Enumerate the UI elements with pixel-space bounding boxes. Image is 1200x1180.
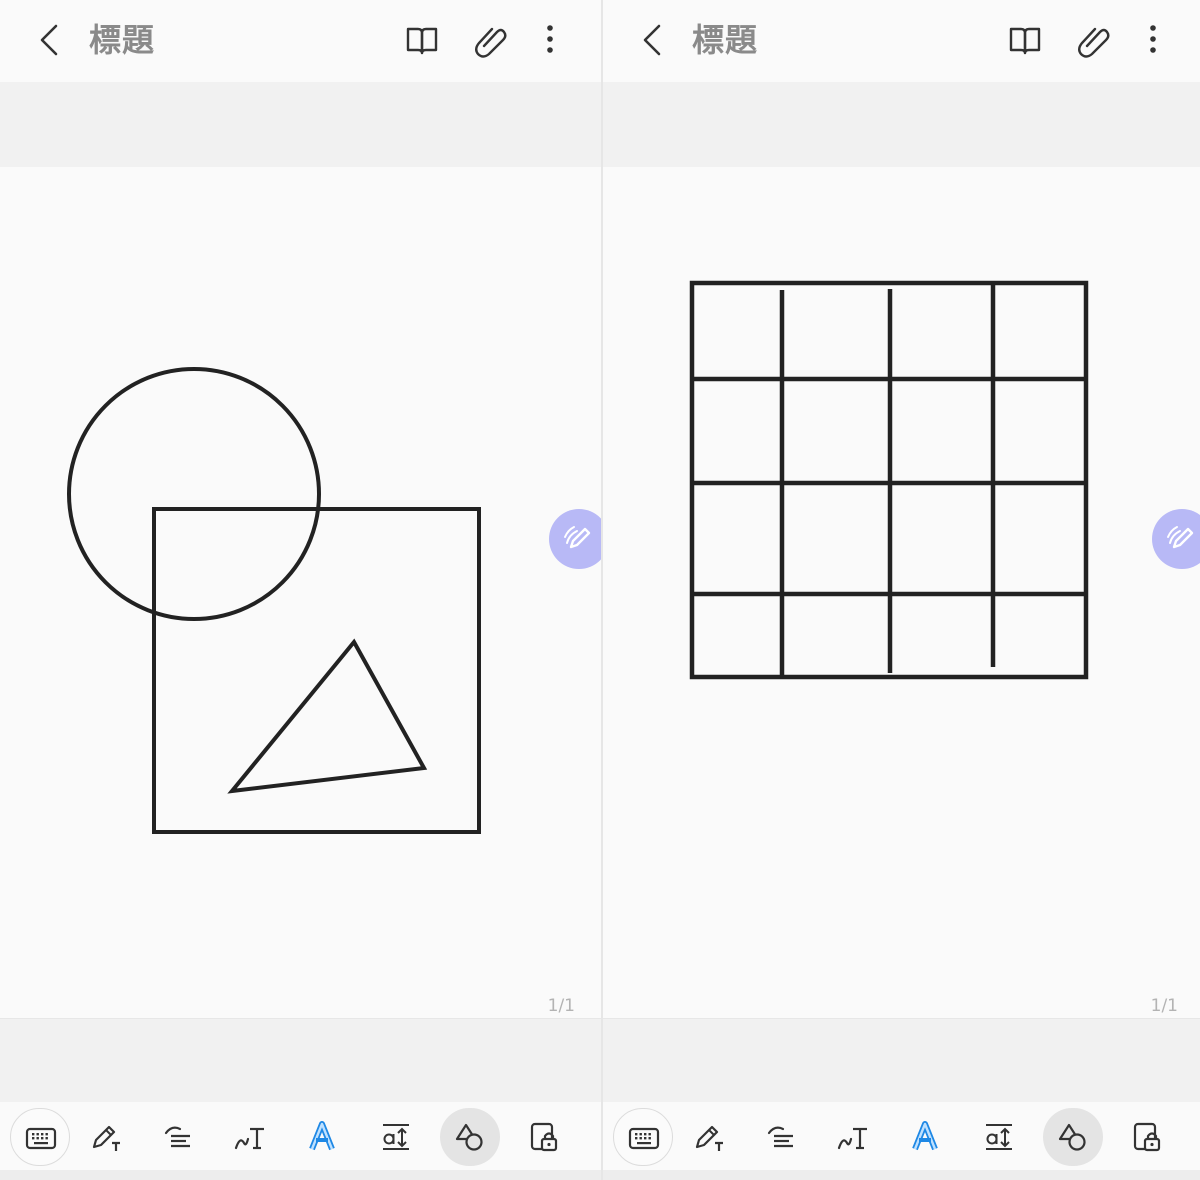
drawn-circle — [67, 367, 321, 621]
lock-button[interactable] — [1117, 1108, 1177, 1166]
pen-icon — [564, 526, 591, 549]
drawing-canvas[interactable] — [0, 167, 601, 1018]
lock-icon — [530, 1122, 558, 1152]
back-arrow-icon — [643, 24, 661, 56]
drawing-canvas[interactable] — [603, 167, 1200, 1018]
keyboard-button[interactable] — [613, 1108, 673, 1166]
keyboard-icon — [628, 1127, 660, 1150]
more-vertical-icon — [547, 25, 553, 53]
bottom-toolbar — [0, 1102, 601, 1170]
text-spacing-icon — [383, 1124, 409, 1150]
pen-mode-button[interactable] — [549, 509, 601, 569]
bottom-toolbar — [603, 1102, 1200, 1170]
page-top-margin — [0, 82, 601, 167]
top-bar: 標題 — [0, 0, 601, 82]
note-title[interactable]: 標題 — [692, 18, 758, 62]
text-style-icon — [309, 1121, 335, 1151]
note-panel-left: 標題 1/1 — [0, 0, 601, 1180]
back-button[interactable] — [637, 20, 671, 60]
text-style-button[interactable] — [895, 1108, 955, 1166]
book-icon — [406, 27, 438, 55]
handwritten-grid — [689, 280, 1089, 680]
page-bottom-margin — [0, 1018, 601, 1102]
text-spacing-button[interactable] — [366, 1108, 426, 1166]
page-bottom-margin — [603, 1018, 1200, 1102]
page-top-margin — [603, 82, 1200, 167]
note-title[interactable]: 標題 — [89, 18, 155, 62]
handwriting-to-text-icon — [234, 1127, 264, 1150]
top-bar: 標題 — [603, 0, 1200, 82]
book-icon — [1009, 27, 1041, 55]
text-align-icon — [767, 1126, 793, 1148]
pen-settings-icon — [695, 1125, 723, 1151]
lock-icon — [1133, 1122, 1161, 1152]
shape-button[interactable] — [440, 1108, 500, 1166]
bottom-strip — [0, 1170, 601, 1180]
pen-settings-button[interactable] — [679, 1108, 739, 1166]
keyboard-button[interactable] — [10, 1108, 70, 1166]
bottom-strip — [603, 1170, 1200, 1180]
pen-settings-icon — [92, 1125, 120, 1151]
shape-button[interactable] — [1043, 1108, 1103, 1166]
text-align-button[interactable] — [148, 1108, 208, 1166]
text-spacing-icon — [986, 1124, 1012, 1150]
more-options-button[interactable] — [530, 20, 570, 60]
shape-icon — [455, 1123, 483, 1151]
handwritten-drawing — [67, 367, 481, 834]
more-vertical-icon — [1150, 25, 1156, 53]
more-options-button[interactable] — [1133, 20, 1173, 60]
back-arrow-icon — [40, 24, 58, 56]
text-align-button[interactable] — [751, 1108, 811, 1166]
page-indicator: 1/1 — [1150, 996, 1178, 1016]
reading-mode-button[interactable] — [402, 20, 442, 60]
page-indicator: 1/1 — [547, 996, 575, 1016]
handwriting-to-text-button[interactable] — [220, 1108, 280, 1166]
shape-icon — [1058, 1123, 1086, 1151]
paperclip-icon — [1078, 27, 1110, 58]
pen-settings-button[interactable] — [76, 1108, 136, 1166]
text-style-button[interactable] — [292, 1108, 352, 1166]
text-style-icon — [912, 1121, 938, 1151]
paperclip-icon — [475, 27, 507, 58]
note-panel-right: 標題 1/1 — [603, 0, 1200, 1180]
handwriting-to-text-button[interactable] — [823, 1108, 883, 1166]
attach-button[interactable] — [1073, 20, 1113, 60]
text-align-icon — [164, 1126, 190, 1148]
pen-icon — [1167, 526, 1194, 549]
drawn-square — [152, 507, 481, 834]
attach-button[interactable] — [470, 20, 510, 60]
keyboard-icon — [25, 1127, 57, 1150]
handwriting-to-text-icon — [837, 1127, 867, 1150]
text-spacing-button[interactable] — [969, 1108, 1029, 1166]
lock-button[interactable] — [514, 1108, 574, 1166]
reading-mode-button[interactable] — [1005, 20, 1045, 60]
back-button[interactable] — [34, 20, 68, 60]
drawn-triangle — [227, 638, 428, 794]
